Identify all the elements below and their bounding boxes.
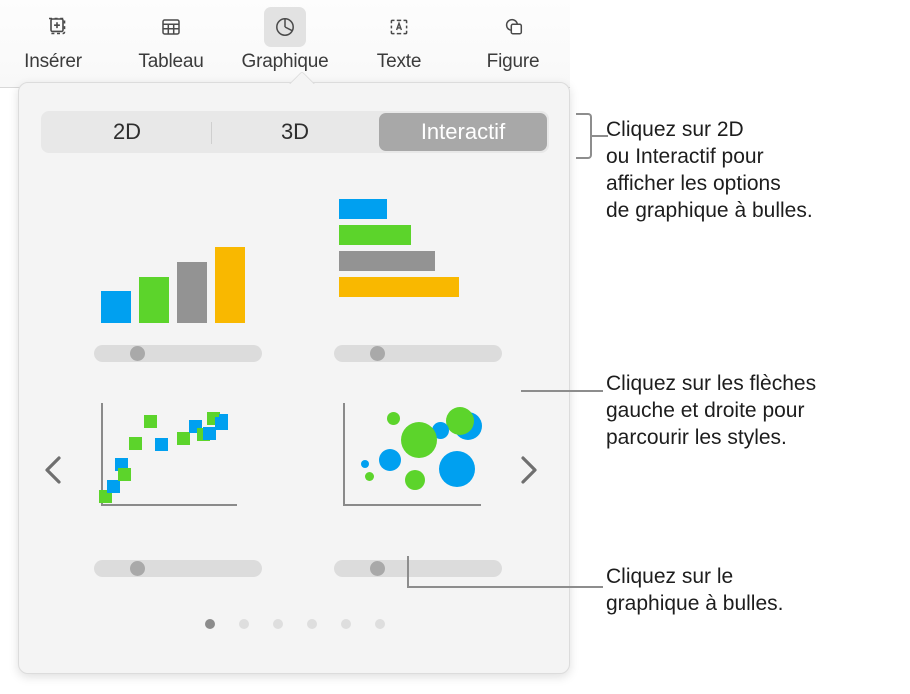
thumbnail-slider-horizontal-bar[interactable] [334,345,502,362]
chart-thumbnail-horizontal-bar[interactable] [319,183,514,368]
chart-thumbnail-bar[interactable] [79,183,274,368]
scatter-marker [155,438,168,451]
x-axis [343,504,481,506]
previous-style-button[interactable] [37,448,71,492]
toolbar-label-figure: Figure [486,51,540,72]
shapes-icon [492,7,534,47]
pie-chart-icon [264,7,306,47]
page-indicator-dots[interactable] [19,619,571,629]
slider-knob[interactable] [370,346,385,361]
page-dot-5[interactable] [341,619,351,629]
chevron-right-icon [521,456,537,484]
bubble-marker [361,460,369,468]
callout-leader-2 [521,390,603,392]
bubble-marker [401,422,437,458]
bubble-marker [379,449,401,471]
toolbar-label-graphique: Graphique [241,51,329,72]
bar-chart-art [79,183,274,323]
toolbar-label-tableau: Tableau [138,51,204,72]
insert-media-icon [36,7,78,47]
toolbar-label-inserer: Insérer [24,51,82,72]
scatter-marker [107,480,120,493]
callout-bracket-segmented [576,113,592,159]
scatter-chart-art [79,398,274,538]
callout-leader-3-horizontal [407,586,603,588]
page-dot-1[interactable] [205,619,215,629]
page-dot-6[interactable] [375,619,385,629]
page-dot-2[interactable] [239,619,249,629]
vertical-bars [101,208,256,323]
bubble-marker [446,407,474,435]
horizontal-bar-chart-art [319,183,514,323]
bubble-marker [365,472,374,481]
bubble-marker [387,412,400,425]
toolbar-button-figure[interactable]: Figure [456,0,570,73]
bar-3 [339,251,435,271]
tab-2d[interactable]: 2D [43,113,211,151]
tab-interactif[interactable]: Interactif [379,113,547,151]
screenshot-root: Insérer Tableau Graphique Texte Figure 2… [0,0,910,694]
toolbar-button-tableau[interactable]: Tableau [114,0,228,73]
toolbar-label-texte: Texte [376,51,422,72]
slider-knob[interactable] [370,561,385,576]
scatter-marker [177,432,190,445]
thumbnail-slider-bar[interactable] [94,345,262,362]
callout-bubble-chart: Cliquez sur le graphique à bulles. [606,565,784,615]
thumbnail-slider-bubble[interactable] [334,560,502,577]
toolbar-button-graphique[interactable]: Graphique [228,0,342,73]
slider-knob[interactable] [130,561,145,576]
chart-thumbnail-bubble[interactable] [319,398,514,583]
chevron-left-icon [45,456,61,484]
next-style-button[interactable] [511,448,545,492]
horizontal-bars [339,199,509,304]
y-axis [343,403,345,506]
callout-arrows: Cliquez sur les flèches gauche et droite… [606,372,817,449]
app-toolbar: Insérer Tableau Graphique Texte Figure [0,0,570,88]
bubble-marker [439,451,475,487]
table-icon [150,7,192,47]
bar-1 [339,199,387,219]
page-dot-4[interactable] [307,619,317,629]
bar-4 [215,247,245,323]
scatter-marker [129,437,142,450]
tab-3d[interactable]: 3D [211,113,379,151]
thumbnail-slider-scatter[interactable] [94,560,262,577]
callout-2d-interactif: Cliquez sur 2D ou Interactif pour affich… [606,118,813,222]
toolbar-button-inserer[interactable]: Insérer [0,0,114,73]
chart-thumbnail-scatter[interactable] [79,398,274,583]
popover-pointer [289,71,315,84]
scatter-marker [219,414,228,423]
chart-type-segmented-control[interactable]: 2D 3D Interactif [41,111,549,153]
bar-2 [339,225,411,245]
page-dot-3[interactable] [273,619,283,629]
chart-style-grid [79,183,509,583]
callout-leader-3-vertical [407,556,409,588]
bubble-marker [405,470,425,490]
text-box-icon [378,7,420,47]
bar-1 [101,291,131,323]
bar-2 [139,277,169,323]
bubble-chart-art [319,398,514,538]
scatter-marker [118,468,131,481]
slider-knob[interactable] [130,346,145,361]
bar-4 [339,277,459,297]
x-axis [101,504,237,506]
scatter-marker [144,415,157,428]
bar-3 [177,262,207,323]
toolbar-button-texte[interactable]: Texte [342,0,456,73]
